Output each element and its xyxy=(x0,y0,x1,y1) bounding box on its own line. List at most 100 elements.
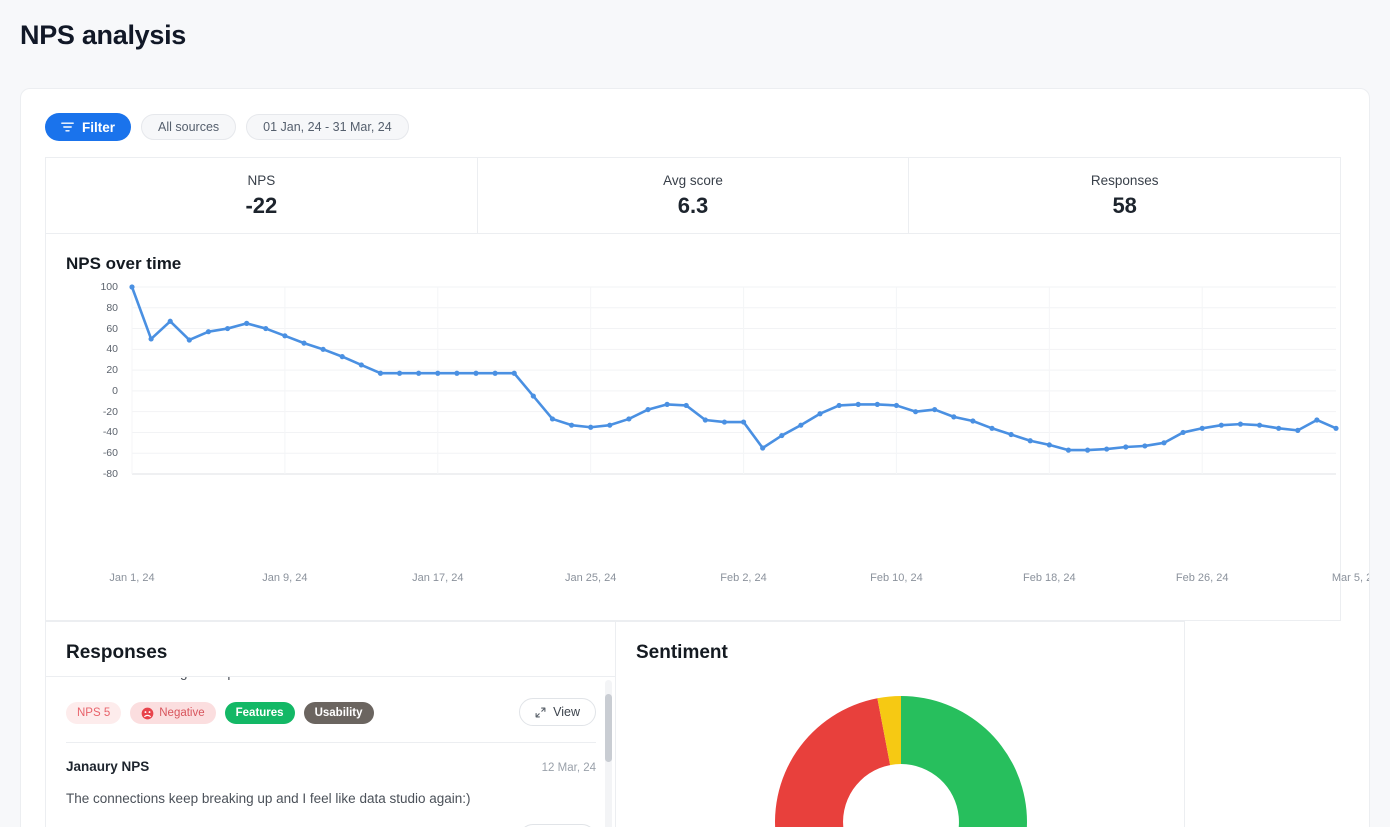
topic-tag-badge[interactable]: Usability xyxy=(303,702,374,725)
response-title: Janaury NPS xyxy=(66,759,150,775)
chart-data-point[interactable] xyxy=(435,370,441,376)
chart-data-point[interactable] xyxy=(339,354,345,360)
chart-data-point[interactable] xyxy=(396,370,403,376)
badge-label: Usability xyxy=(314,707,363,720)
chart-data-point[interactable] xyxy=(970,418,976,424)
sentiment-badge[interactable]: Negative xyxy=(130,702,216,725)
filter-bar: Filter All sources 01 Jan, 24 - 31 Mar, … xyxy=(45,113,409,141)
chart-y-tick: -20 xyxy=(102,405,118,418)
chart-data-point[interactable] xyxy=(530,393,536,399)
chart-data-point[interactable] xyxy=(760,445,766,451)
donut-slice-positive[interactable] xyxy=(901,696,1027,827)
nps-score-badge[interactable]: NPS 5 xyxy=(66,702,122,725)
chart-data-point[interactable] xyxy=(511,370,517,376)
line-chart-svg xyxy=(129,284,1356,475)
chart-data-point[interactable] xyxy=(702,417,708,423)
chart-data-point[interactable] xyxy=(779,432,785,439)
chart-data-point[interactable] xyxy=(1333,425,1339,431)
date-range-chip[interactable]: 01 Jan, 24 - 31 Mar, 24 xyxy=(246,114,409,140)
chart-data-point[interactable] xyxy=(932,406,938,413)
chart-data-point[interactable] xyxy=(1314,417,1320,423)
chart-data-point[interactable] xyxy=(301,340,307,346)
chart-data-point[interactable] xyxy=(148,336,154,342)
metric-value: 6.3 xyxy=(677,192,709,218)
sentiment-donut-chart xyxy=(616,672,1186,827)
chart-data-point[interactable] xyxy=(358,362,364,368)
chart-data-point[interactable] xyxy=(1161,440,1167,446)
chart-data-point[interactable] xyxy=(320,346,326,352)
chart-data-point[interactable] xyxy=(1256,422,1263,428)
responses-scrollbar[interactable] xyxy=(605,680,612,827)
chart-data-point[interactable] xyxy=(282,333,288,339)
badge-label: Negative xyxy=(159,707,205,720)
chart-data-point[interactable] xyxy=(855,401,861,407)
nps-over-time-card: NPS over time 100 80 60 40 20 0 -20 -40 -60 -80 J… xyxy=(45,233,1369,621)
chart-data-point[interactable] xyxy=(416,370,422,376)
chart-y-tick: 0 xyxy=(112,384,118,397)
chart-data-point[interactable] xyxy=(377,370,384,376)
chart-data-point[interactable] xyxy=(951,414,957,420)
chart-data-point[interactable] xyxy=(205,329,212,335)
chart-data-point[interactable] xyxy=(893,402,900,409)
chart-data-point[interactable] xyxy=(492,370,498,376)
response-card[interactable]: customize and merge multiple... NPS 5 Nega… xyxy=(66,677,596,744)
chart-data-point[interactable] xyxy=(664,401,670,407)
main-panel: Filter All sources 01 Jan, 24 - 31 Mar, … xyxy=(20,88,1370,827)
view-response-button[interactable]: View xyxy=(519,698,596,727)
topic-tag-badge[interactable]: Features xyxy=(224,702,295,725)
chart-data-point[interactable] xyxy=(989,425,995,431)
chart-data-point[interactable] xyxy=(912,409,919,415)
chart-data-point[interactable] xyxy=(1123,444,1129,450)
chart-data-point[interactable] xyxy=(263,325,269,332)
chart-data-point[interactable] xyxy=(740,419,747,425)
responses-scroll-area[interactable]: customize and merge multiple... NPS 5 Nega… xyxy=(46,676,616,827)
response-card[interactable]: Janaury NPS 12 Mar, 24 The connections kee… xyxy=(66,743,596,827)
chart-data-point[interactable] xyxy=(1237,421,1244,427)
chart-y-tick: 60 xyxy=(106,322,118,335)
chart-data-point[interactable] xyxy=(798,422,804,428)
filter-button[interactable]: Filter xyxy=(45,113,132,141)
chart-data-point[interactable] xyxy=(1008,431,1014,438)
chart-data-point[interactable] xyxy=(836,402,842,409)
chart-data-point[interactable] xyxy=(817,411,823,417)
scrollbar-thumb[interactable] xyxy=(605,694,612,762)
chart-data-point[interactable] xyxy=(874,401,880,407)
chart-data-point[interactable] xyxy=(1295,427,1301,433)
chart-data-point[interactable] xyxy=(721,419,728,425)
chart-data-point[interactable] xyxy=(1027,438,1033,444)
source-filter-chip[interactable]: All sources xyxy=(141,114,237,140)
chart-data-point[interactable] xyxy=(645,406,651,413)
nps-line-chart: 100 80 60 40 20 0 -20 -40 -60 -80 xyxy=(46,281,1356,512)
chart-x-tick: Jan 9, 24 xyxy=(262,572,308,584)
chart-data-point[interactable] xyxy=(1065,447,1072,453)
chart-y-tick: -80 xyxy=(102,468,118,480)
chart-data-point[interactable] xyxy=(473,370,479,376)
chart-data-point[interactable] xyxy=(1104,446,1110,452)
chart-data-point[interactable] xyxy=(454,370,460,376)
chart-data-point[interactable] xyxy=(167,318,173,324)
chart-data-point[interactable] xyxy=(568,422,575,428)
chart-title: NPS over time xyxy=(66,254,182,273)
chart-data-point[interactable] xyxy=(244,320,250,326)
chart-data-point[interactable] xyxy=(1046,442,1052,448)
metric-label: Avg score xyxy=(663,172,723,188)
chart-data-point[interactable] xyxy=(588,424,594,430)
chart-data-point[interactable] xyxy=(1199,425,1205,431)
chart-data-point[interactable] xyxy=(1084,447,1091,453)
chart-data-point[interactable] xyxy=(186,337,192,343)
view-button-label: View xyxy=(553,705,580,720)
chart-data-point[interactable] xyxy=(1180,429,1186,436)
chart-data-point[interactable] xyxy=(1276,425,1282,431)
chart-data-point[interactable] xyxy=(607,422,613,428)
chart-data-point[interactable] xyxy=(549,416,556,422)
chart-data-point[interactable] xyxy=(1142,443,1148,449)
badge-label: Features xyxy=(235,707,284,720)
chart-data-point[interactable] xyxy=(1218,422,1224,428)
chart-data-point[interactable] xyxy=(683,402,689,409)
chart-data-point[interactable] xyxy=(626,416,632,422)
chart-data-point[interactable] xyxy=(224,325,231,332)
badge-label: NPS 5 xyxy=(77,707,111,720)
chart-x-tick: Jan 17, 24 xyxy=(412,572,464,584)
chart-data-point[interactable] xyxy=(129,284,135,290)
chart-y-tick: 20 xyxy=(106,364,118,377)
